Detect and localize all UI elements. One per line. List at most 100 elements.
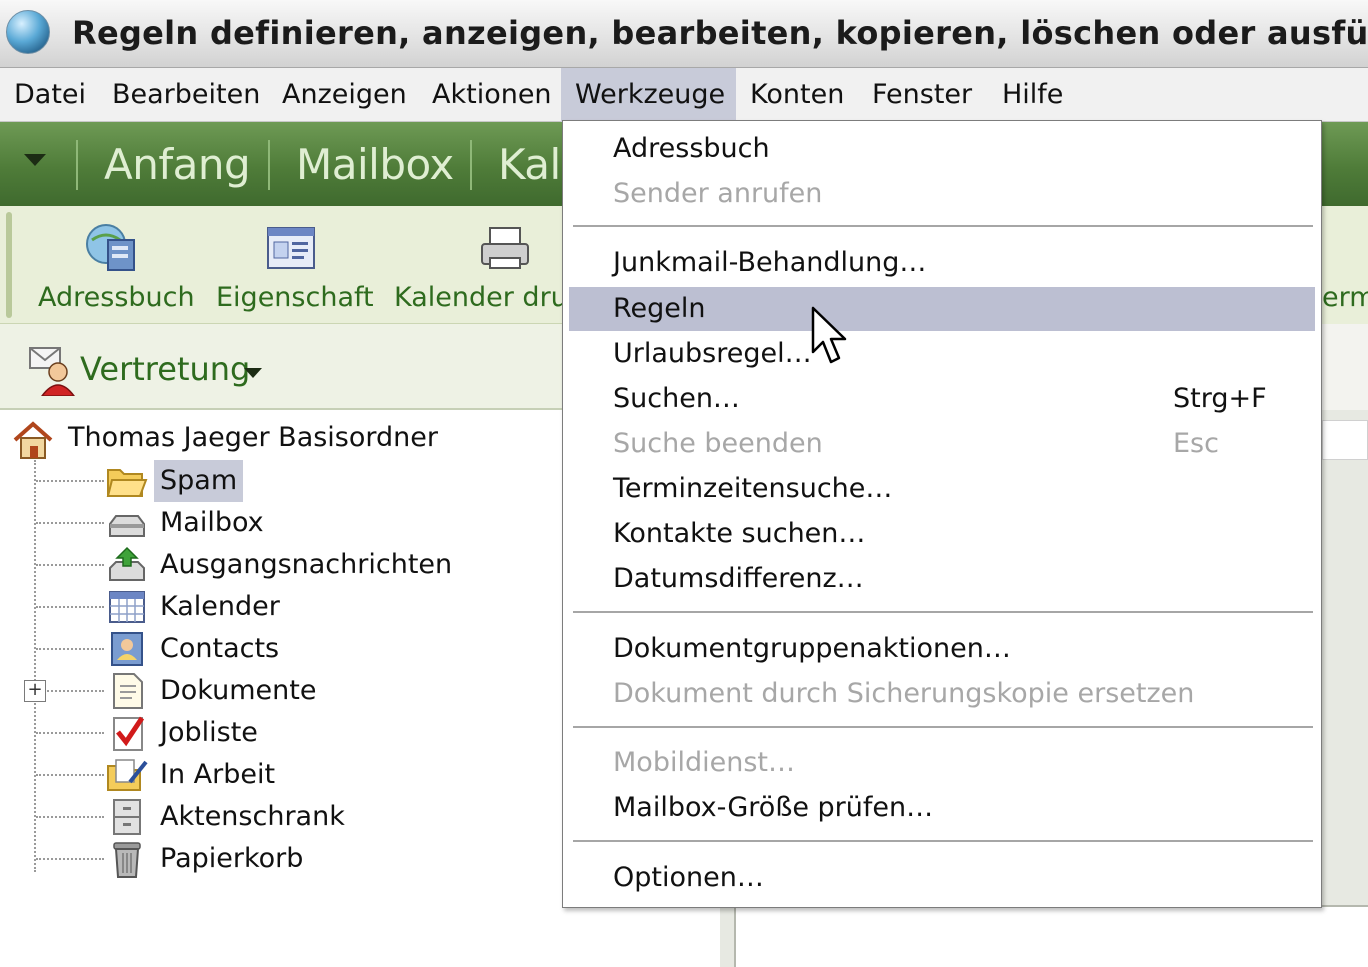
menuitem-mobildienst: Mobildienst… [569,741,1315,785]
menuitem-dokumentgruppenaktionen[interactable]: Dokumentgruppenaktionen… [569,627,1315,671]
work-in-progress-icon [107,759,148,791]
tree-item-label[interactable]: Jobliste [154,712,264,754]
calendar-icon [109,591,145,623]
contacts-icon [111,632,143,666]
menu-hilfe[interactable]: Hilfe [988,68,1077,122]
launcher-tab-kalender[interactable]: Kal [498,140,561,189]
menuitem-label: Adressbuch [613,133,770,164]
menuitem-label: Sender anrufen [613,178,823,209]
launcher-tab-anfang[interactable]: Anfang [104,140,251,189]
tree-branch [36,564,104,566]
window-title: Regeln definieren, anzeigen, bearbeiten,… [72,14,1368,52]
content-pane [734,905,1368,967]
tree-item-label[interactable]: Dokumente [154,670,322,712]
menuitem-terminzeitensuche[interactable]: Terminzeitensuche… [569,467,1315,511]
menuitem-label: Regeln [613,293,706,324]
toolbar-grip[interactable] [6,212,12,318]
tree-item-label[interactable]: Papierkorb [154,838,309,880]
tree-item-kalender[interactable]: Kalender [0,586,560,628]
menuitem-label: Dokumentgruppenaktionen… [613,633,1011,664]
menuitem-label: Kontakte suchen… [613,518,866,549]
properties-icon[interactable] [264,222,318,274]
tree-root-label[interactable]: Thomas Jaeger Basisordner [68,422,438,453]
menuitem-suche-beenden: Suche beenden Esc [569,422,1315,466]
home-icon[interactable] [12,420,54,460]
menuitem-urlaubsregel[interactable]: Urlaubsregel… [569,332,1315,376]
delegate-user-icon[interactable] [28,344,76,396]
app-globe-icon[interactable] [6,10,50,54]
menuitem-regeln[interactable]: Regeln [569,287,1315,331]
documents-icon [113,673,143,709]
menu-separator [573,840,1313,842]
menu-separator [573,726,1313,728]
tree-item-label[interactable]: Mailbox [154,502,270,544]
address-book-icon[interactable] [84,222,138,274]
menuitem-suchen[interactable]: Suchen… Strg+F [569,377,1315,421]
tree-item-outbox[interactable]: Ausgangsnachrichten [0,544,560,586]
toolbar-print-calendar-label[interactable]: Kalender dru [394,282,568,313]
open-folder-icon [106,469,148,497]
menu-bearbeiten[interactable]: Bearbeiten [98,68,274,122]
tree-branch [36,732,104,734]
tree-item-in-arbeit[interactable]: In Arbeit [0,754,560,796]
tree-item-papierkorb[interactable]: Papierkorb [0,838,560,880]
delegate-dropdown-icon[interactable] [244,368,262,378]
menuitem-optionen[interactable]: Optionen… [569,856,1315,900]
menuitem-label: Suche beenden [613,428,823,459]
menuitem-shortcut: Strg+F [1173,383,1267,414]
menuitem-label: Suchen… [613,383,740,414]
menuitem-label: Dokument durch Sicherungskopie ersetzen [613,678,1195,709]
toolbar: Adressbuch Eigenschaft Kalender dru [0,206,568,324]
menu-konten[interactable]: Konten [736,68,858,122]
menuitem-mailbox-groesse[interactable]: Mailbox-Größe prüfen… [569,786,1315,830]
delegate-row: Vertretung [0,324,565,410]
tree-branch [36,690,104,692]
trash-can-icon [113,842,141,878]
groupwise-window: Regeln definieren, anzeigen, bearbeiten,… [0,0,1368,967]
menu-anzeigen[interactable]: Anzeigen [268,68,421,122]
tree-item-label[interactable]: Kalender [154,586,286,628]
filing-cabinet-icon [113,799,141,835]
menu-bar: Datei Bearbeiten Anzeigen Aktionen Werkz… [0,68,1368,122]
menuitem-adressbuch[interactable]: Adressbuch [569,127,1315,171]
tree-branch [36,858,104,860]
toolbar-properties-label[interactable]: Eigenschaft [216,282,374,313]
tree-item-label[interactable]: Spam [154,460,244,502]
tree-item-dokumente[interactable]: + Dokumente [0,670,560,712]
menuitem-datumsdifferenz[interactable]: Datumsdifferenz… [569,557,1315,601]
tree-item-label[interactable]: Ausgangsnachrichten [154,544,458,586]
menuitem-kontakte-suchen[interactable]: Kontakte suchen… [569,512,1315,556]
tree-item-label[interactable]: Aktenschrank [154,796,351,838]
tree-item-spam[interactable]: Spam [0,460,560,502]
menuitem-label: Junkmail-Behandlung… [613,247,927,278]
launcher-separator [76,140,78,190]
toolbar-clipped-label[interactable]: ermi [1322,282,1368,313]
tree-item-mailbox[interactable]: Mailbox [0,502,560,544]
menu-datei[interactable]: Datei [0,68,100,122]
menu-fenster[interactable]: Fenster [858,68,986,122]
launcher-dropdown-icon[interactable] [24,154,46,166]
menuitem-dokument-ersetzen: Dokument durch Sicherungskopie ersetzen [569,672,1315,716]
menu-werkzeuge[interactable]: Werkzeuge [561,68,736,122]
launcher-bar: Anfang Mailbox Kal [0,122,565,206]
tree-item-label[interactable]: In Arbeit [154,754,281,796]
menu-aktionen[interactable]: Aktionen [418,68,566,122]
tree-item-contacts[interactable]: Contacts [0,628,560,670]
menuitem-label: Mobildienst… [613,747,795,778]
toolbar-addressbook-label[interactable]: Adressbuch [38,282,195,313]
content-header-strip [1322,420,1368,460]
menuitem-label: Datumsdifferenz… [613,563,864,594]
tree-item-label[interactable]: Contacts [154,628,285,670]
menuitem-junkmail[interactable]: Junkmail-Behandlung… [569,241,1315,285]
outbox-icon [109,546,145,581]
menuitem-label: Terminzeitensuche… [613,473,893,504]
checklist-icon [113,716,145,751]
tree-item-jobliste[interactable]: Jobliste [0,712,560,754]
delegate-label[interactable]: Vertretung [80,350,250,388]
tree-item-aktenschrank[interactable]: Aktenschrank [0,796,560,838]
menu-separator [573,611,1313,613]
printer-icon[interactable] [478,222,532,274]
launcher-tab-mailbox[interactable]: Mailbox [296,140,454,189]
tree-branch [36,816,104,818]
expand-plus-icon[interactable]: + [24,680,46,702]
